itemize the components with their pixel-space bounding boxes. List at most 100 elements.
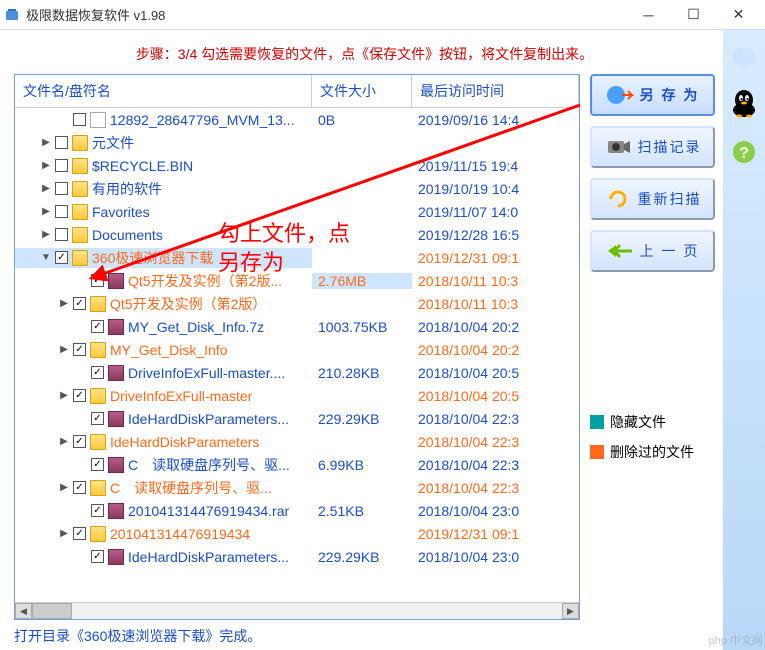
file-row[interactable]: ▶Favorites2019/11/07 14:0 [15, 200, 579, 223]
rescan-label: 重新扫描 [638, 189, 702, 209]
row-checkbox[interactable] [91, 412, 104, 425]
file-row[interactable]: MY_Get_Disk_Info.7z1003.75KB2018/10/04 2… [15, 315, 579, 338]
file-row[interactable]: ▶元文件 [15, 131, 579, 154]
app-window: 极限数据恢复软件 v1.98 ─ ☐ ✕ 步骤：3/4 勾选需要恢复的文件，点《… [0, 0, 765, 650]
row-checkbox[interactable] [55, 228, 68, 241]
expander-icon[interactable]: ▶ [39, 228, 53, 242]
scan-log-button[interactable]: 扫描记录 [590, 126, 715, 168]
row-checkbox[interactable] [55, 136, 68, 149]
file-row[interactable]: ▶MY_Get_Disk_Info2018/10/04 20:2 [15, 338, 579, 361]
titlebar: 极限数据恢复软件 v1.98 ─ ☐ ✕ [0, 0, 765, 30]
file-row[interactable]: Qt5开发及实例（第2版...2.76MB2018/10/11 10:3 [15, 269, 579, 292]
row-checkbox[interactable] [55, 205, 68, 218]
file-name: 201041314476919434.rar [128, 503, 289, 519]
expander-icon[interactable]: ▶ [57, 435, 71, 449]
file-date: 2019/12/31 09:1 [412, 526, 579, 542]
side-cloud-icon[interactable] [728, 40, 760, 72]
file-row[interactable]: ▶C 读取硬盘序列号、驱...2018/10/04 22:3 [15, 476, 579, 499]
row-checkbox[interactable] [91, 550, 104, 563]
row-checkbox[interactable] [73, 527, 86, 540]
file-size: 0B [312, 112, 412, 128]
file-name: MY_Get_Disk_Info [110, 342, 228, 358]
minimize-button[interactable]: ─ [626, 0, 671, 30]
folder-icon [72, 135, 88, 151]
expander-icon[interactable]: ▶ [39, 136, 53, 150]
rar-icon [108, 273, 124, 289]
file-name: 360极速浏览器下载 [92, 248, 213, 268]
file-date: 2018/10/04 20:5 [412, 388, 579, 404]
file-row[interactable]: C 读取硬盘序列号、驱...6.99KB2018/10/04 22:3 [15, 453, 579, 476]
expander-icon[interactable]: ▶ [39, 159, 53, 173]
file-row[interactable]: ▶Documents2019/12/28 16:5 [15, 223, 579, 246]
col-filename[interactable]: 文件名/盘符名 [15, 75, 312, 107]
expander-icon [75, 320, 89, 334]
file-row[interactable]: ▶$RECYCLE.BIN2019/11/15 19:4 [15, 154, 579, 177]
file-date: 2018/10/04 23:0 [412, 549, 579, 565]
row-checkbox[interactable] [73, 435, 86, 448]
file-row[interactable]: ▶有用的软件2019/10/19 10:4 [15, 177, 579, 200]
save-as-button[interactable]: 另 存 为 [590, 74, 715, 116]
file-row[interactable]: IdeHardDiskParameters...229.29KB2018/10/… [15, 545, 579, 568]
col-lastaccess[interactable]: 最后访问时间 [412, 75, 579, 107]
expander-icon[interactable]: ▶ [57, 343, 71, 357]
row-checkbox[interactable] [55, 251, 68, 264]
file-name: 201041314476919434 [110, 526, 250, 542]
rescan-button[interactable]: 重新扫描 [590, 178, 715, 220]
row-checkbox[interactable] [91, 458, 104, 471]
close-button[interactable]: ✕ [716, 0, 761, 30]
legend-hidden-color [590, 415, 604, 429]
row-checkbox[interactable] [73, 113, 86, 126]
rar-icon [108, 549, 124, 565]
file-date: 2019/12/28 16:5 [412, 227, 579, 243]
file-row[interactable]: ▶IdeHardDiskParameters2018/10/04 22:3 [15, 430, 579, 453]
camera-icon [604, 136, 632, 158]
row-checkbox[interactable] [73, 389, 86, 402]
refresh-icon [604, 188, 632, 210]
file-date: 2018/10/04 20:2 [412, 319, 579, 335]
file-name: 有用的软件 [92, 179, 162, 199]
expander-icon[interactable]: ▼ [39, 251, 53, 265]
folder-icon [90, 388, 106, 404]
file-date: 2018/10/04 20:5 [412, 365, 579, 381]
file-row[interactable]: ▼360极速浏览器下载2019/12/31 09:1 [15, 246, 579, 269]
prev-page-button[interactable]: 上 一 页 [590, 230, 715, 272]
expander-icon[interactable]: ▶ [39, 182, 53, 196]
side-qq-icon[interactable] [728, 88, 760, 120]
row-checkbox[interactable] [91, 274, 104, 287]
file-size: 2.76MB [312, 273, 412, 289]
expander-icon[interactable]: ▶ [39, 205, 53, 219]
row-checkbox[interactable] [73, 343, 86, 356]
row-checkbox[interactable] [73, 481, 86, 494]
row-checkbox[interactable] [55, 159, 68, 172]
maximize-button[interactable]: ☐ [671, 0, 716, 30]
file-date: 2019/09/16 14:4 [412, 112, 579, 128]
folder-icon [72, 204, 88, 220]
rar-icon [108, 503, 124, 519]
file-row[interactable]: ▶ 201041314476919434 2019/12/31 09:1 [15, 522, 579, 545]
row-checkbox[interactable] [91, 366, 104, 379]
expander-icon[interactable]: ▶ [57, 297, 71, 311]
side-help-icon[interactable]: ? [728, 136, 760, 168]
file-row[interactable]: 201041314476919434.rar2.51KB2018/10/04 2… [15, 499, 579, 522]
file-row[interactable]: DriveInfoExFull-master.... 210.28KB2018/1… [15, 361, 579, 384]
row-checkbox[interactable] [73, 297, 86, 310]
row-checkbox[interactable] [91, 504, 104, 517]
col-filesize[interactable]: 文件大小 [312, 75, 412, 107]
expander-icon[interactable]: ▶ [57, 389, 71, 403]
file-row[interactable]: ▶Qt5开发及实例（第2版）2018/10/11 10:3 [15, 292, 579, 315]
file-size: 210.28KB [312, 365, 412, 381]
file-date: 2019/11/07 14:0 [412, 204, 579, 220]
watermark: php 中文网 [709, 632, 763, 648]
horizontal-scrollbar[interactable]: ◀ ▶ [15, 602, 579, 619]
expander-icon[interactable]: ▶ [57, 527, 71, 541]
file-name: DriveInfoExFull-master.... [128, 365, 285, 381]
file-row[interactable]: ▶DriveInfoExFull-master2018/10/04 20:5 [15, 384, 579, 407]
row-checkbox[interactable] [91, 320, 104, 333]
legend: 隐藏文件 删除过的文件 [590, 412, 715, 462]
file-size: 229.29KB [312, 411, 412, 427]
file-row[interactable]: IdeHardDiskParameters...229.29KB2018/10/… [15, 407, 579, 430]
expander-icon[interactable]: ▶ [57, 481, 71, 495]
file-row[interactable]: 12892_28647796_MVM_13...0B2019/09/16 14:… [15, 108, 579, 131]
file-date: 2018/10/04 22:3 [412, 411, 579, 427]
row-checkbox[interactable] [55, 182, 68, 195]
